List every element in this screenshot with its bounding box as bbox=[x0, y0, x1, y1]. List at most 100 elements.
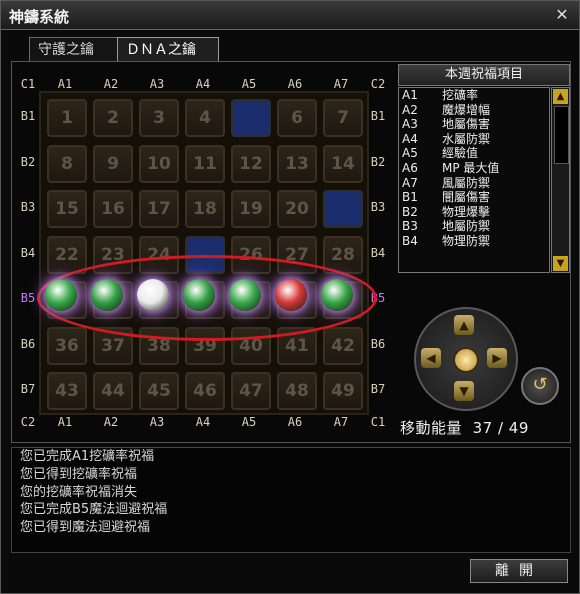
blessing-list-item[interactable]: A6 MP 最大值 bbox=[399, 161, 549, 176]
grid-cell[interactable]: 2 bbox=[93, 99, 133, 137]
blessing-list-item[interactable]: B4 物理防禦 bbox=[399, 234, 549, 249]
blessing-list-item[interactable]: B3 地屬防禦 bbox=[399, 219, 549, 234]
grid-cell[interactable]: 46 bbox=[185, 372, 225, 410]
grid-cell[interactable]: 14 bbox=[323, 144, 363, 183]
direction-pad: ▲ ▼ ◀ ▶ bbox=[414, 307, 518, 411]
leave-button[interactable]: 離開 bbox=[470, 559, 568, 583]
message-log: 您已完成A1挖礦率祝福 您已得到挖礦率祝福 您的挖礦率祝福消失您已完成B5魔法迴避祝… bbox=[11, 447, 571, 553]
dna-key-window: 神鑄系統 ✕ 守護之鑰 ＤＮＡ之鑰 A1 A1 A2 A2 A3 A3 A4 A4 A5 A5 A6… bbox=[0, 0, 580, 594]
grid-cell[interactable]: 19 bbox=[231, 190, 271, 228]
energy-separator: / bbox=[497, 419, 504, 437]
blessing-label: 經驗值 bbox=[442, 146, 479, 161]
grid-cell[interactable]: 17 bbox=[139, 190, 179, 228]
log-line: 您已得到挖礦率祝福 bbox=[20, 466, 138, 482]
col-label-top: A7 bbox=[333, 77, 349, 91]
energy-value: 37 bbox=[472, 419, 493, 437]
corner-label-bottom-left: C2 bbox=[20, 415, 36, 429]
blessing-list-item[interactable]: A7 風屬防禦 bbox=[399, 176, 549, 191]
blessing-list-item[interactable]: B1 闇屬傷害 bbox=[399, 190, 549, 205]
grid-cell[interactable]: 13 bbox=[277, 144, 317, 183]
grid-cell[interactable]: 7 bbox=[323, 99, 363, 137]
col-label-top: A6 bbox=[287, 77, 303, 91]
grid-cell[interactable]: 18 bbox=[185, 190, 225, 228]
grid-cell[interactable]: 20 bbox=[277, 190, 317, 228]
blessing-code: B2 bbox=[402, 204, 418, 219]
scroll-down-icon[interactable]: ▼ bbox=[553, 256, 568, 271]
grid-cell[interactable]: 3 bbox=[139, 99, 179, 137]
window-title: 神鑄系統 bbox=[9, 8, 70, 26]
col-label-bottom: A4 bbox=[195, 415, 211, 429]
log-line: 您已完成B5魔法迴避祝福 bbox=[20, 502, 168, 518]
grid-cell[interactable]: 45 bbox=[139, 372, 179, 410]
blessing-label: 地屬傷害 bbox=[442, 117, 491, 132]
blessing-label: 風屬防禦 bbox=[442, 175, 491, 190]
col-label-top: A1 bbox=[57, 77, 73, 91]
log-line: 您的挖礦率祝福消失 bbox=[20, 484, 138, 500]
blessing-code: A6 bbox=[402, 160, 418, 175]
col-label-bottom: A7 bbox=[333, 415, 349, 429]
grid-cell[interactable]: 4 bbox=[185, 99, 225, 137]
grid-cell[interactable]: 10 bbox=[139, 144, 179, 183]
highlight-ellipse bbox=[37, 255, 377, 341]
blessing-label: 物理爆擊 bbox=[442, 204, 491, 219]
blessing-list-item[interactable]: A4 水屬防禦 bbox=[399, 132, 549, 147]
list-scrollbar[interactable]: ▲ ▼ bbox=[551, 87, 570, 273]
grid-cell[interactable]: 42 bbox=[323, 326, 363, 365]
grid-cell[interactable]: 11 bbox=[185, 144, 225, 183]
blessing-label: 水屬防禦 bbox=[442, 131, 491, 146]
scroll-thumb[interactable] bbox=[554, 106, 569, 164]
grid-cell[interactable]: 48 bbox=[277, 372, 317, 410]
dpad-center-button[interactable] bbox=[453, 347, 479, 373]
grid-cell[interactable]: 12 bbox=[231, 144, 271, 183]
grid-cell[interactable]: 8 bbox=[47, 144, 87, 183]
rotate-button[interactable]: ↺ bbox=[521, 367, 559, 405]
grid-cell-blue[interactable] bbox=[323, 190, 363, 228]
grid-cell[interactable]: 43 bbox=[47, 372, 87, 410]
move-up-button[interactable]: ▲ bbox=[454, 315, 474, 335]
weekly-list: A1 挖礦率 A2 魔爆增幅 A3 地屬傷害 A4 水屬防禦 A5 經驗值 A6 MP 最大值 A7 風屬… bbox=[398, 87, 550, 273]
grid-cell[interactable]: 47 bbox=[231, 372, 271, 410]
tab-guardian-key[interactable]: 守護之鑰 bbox=[29, 37, 125, 62]
blessing-label: 物理防禦 bbox=[442, 233, 491, 248]
blessing-list-item[interactable]: A3 地屬傷害 bbox=[399, 117, 549, 132]
grid-cell[interactable]: 9 bbox=[93, 144, 133, 183]
col-label-top: A3 bbox=[149, 77, 165, 91]
blessing-code: B4 bbox=[402, 233, 418, 248]
blessing-code: A4 bbox=[402, 131, 418, 146]
grid-cell[interactable]: 15 bbox=[47, 190, 87, 228]
energy-label: 移動能量 bbox=[400, 419, 463, 437]
tab-dna-key[interactable]: ＤＮＡ之鑰 bbox=[117, 37, 219, 62]
grid-cell[interactable]: 22 bbox=[47, 235, 87, 274]
blessing-code: B3 bbox=[402, 219, 418, 234]
grid-cell[interactable]: 6 bbox=[277, 99, 317, 137]
dna-grid: 1 2 3 4 6 7 8 9 10 11 12 13 14 15 16 17 18 19 20 22 23 24 26 27… bbox=[39, 91, 369, 415]
grid-cell[interactable]: 44 bbox=[93, 372, 133, 410]
grid-cell[interactable]: 1 bbox=[47, 99, 87, 137]
log-line: 您已得到魔法迴避祝福 bbox=[20, 520, 151, 536]
title-bar[interactable]: 神鑄系統 ✕ bbox=[1, 1, 579, 30]
scroll-up-icon[interactable]: ▲ bbox=[553, 89, 568, 104]
blessing-code: A3 bbox=[402, 117, 418, 132]
blessing-list-item[interactable]: A2 魔爆增幅 bbox=[399, 103, 549, 118]
corner-label-bottom-right: C1 bbox=[370, 415, 386, 429]
col-label-bottom: A1 bbox=[57, 415, 73, 429]
grid-cell[interactable]: 16 bbox=[93, 190, 133, 228]
grid-cell[interactable]: 36 bbox=[47, 326, 87, 365]
blessing-label: 地屬防禦 bbox=[442, 219, 491, 234]
weekly-list-header: 本週祝福項目 bbox=[398, 64, 570, 86]
grid-cell[interactable]: 49 bbox=[323, 372, 363, 410]
close-icon[interactable]: ✕ bbox=[553, 6, 571, 24]
blessing-code: A7 bbox=[402, 175, 418, 190]
blessing-code: A2 bbox=[402, 102, 418, 117]
move-down-button[interactable]: ▼ bbox=[454, 381, 474, 401]
blessing-list-item[interactable]: A5 經驗值 bbox=[399, 146, 549, 161]
blessing-list-item[interactable]: A1 挖礦率 bbox=[399, 88, 549, 103]
col-label-bottom: A3 bbox=[149, 415, 165, 429]
col-label-bottom: A2 bbox=[103, 415, 119, 429]
move-left-button[interactable]: ◀ bbox=[421, 348, 441, 368]
blessing-label: 闇屬傷害 bbox=[442, 190, 491, 205]
move-right-button[interactable]: ▶ bbox=[487, 348, 507, 368]
grid-cell-blue[interactable] bbox=[231, 99, 271, 137]
blessing-list-item[interactable]: B2 物理爆擊 bbox=[399, 205, 549, 220]
log-line: 您已完成A1挖礦率祝福 bbox=[20, 449, 155, 464]
